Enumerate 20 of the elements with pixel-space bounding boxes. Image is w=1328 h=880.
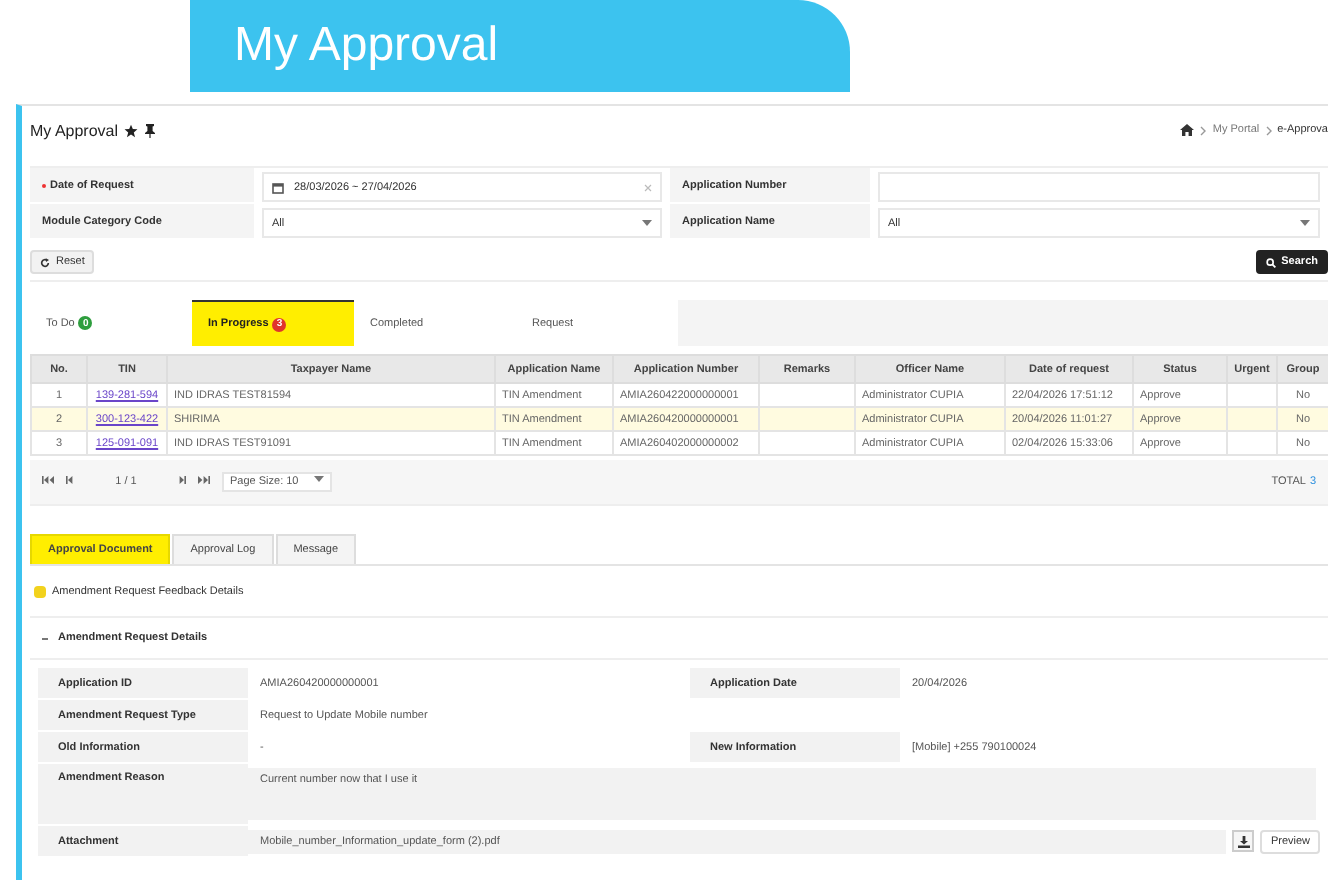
chevron-icon: [1200, 125, 1207, 135]
home-icon[interactable]: [1180, 124, 1195, 136]
previous-page-button[interactable]: [66, 476, 74, 488]
last-page-button[interactable]: [198, 476, 210, 488]
next-page-button[interactable]: [178, 476, 186, 488]
star-icon[interactable]: [124, 123, 139, 137]
section-marker-icon: [34, 585, 46, 597]
calendar-icon: [272, 181, 284, 193]
pin-icon[interactable]: [144, 123, 157, 137]
first-page-button[interactable]: [42, 476, 54, 488]
download-icon: [1237, 835, 1250, 847]
chevron-icon: [1265, 125, 1272, 135]
caret-icon: [1300, 220, 1310, 226]
caret-icon: [642, 220, 652, 226]
title-banner: My Approval: [190, 0, 850, 92]
refresh-icon: [40, 257, 50, 267]
page-title: My Approval: [30, 121, 119, 139]
download-button[interactable]: [1232, 830, 1255, 852]
search-icon: [1265, 257, 1276, 267]
caret-icon: [314, 476, 325, 482]
